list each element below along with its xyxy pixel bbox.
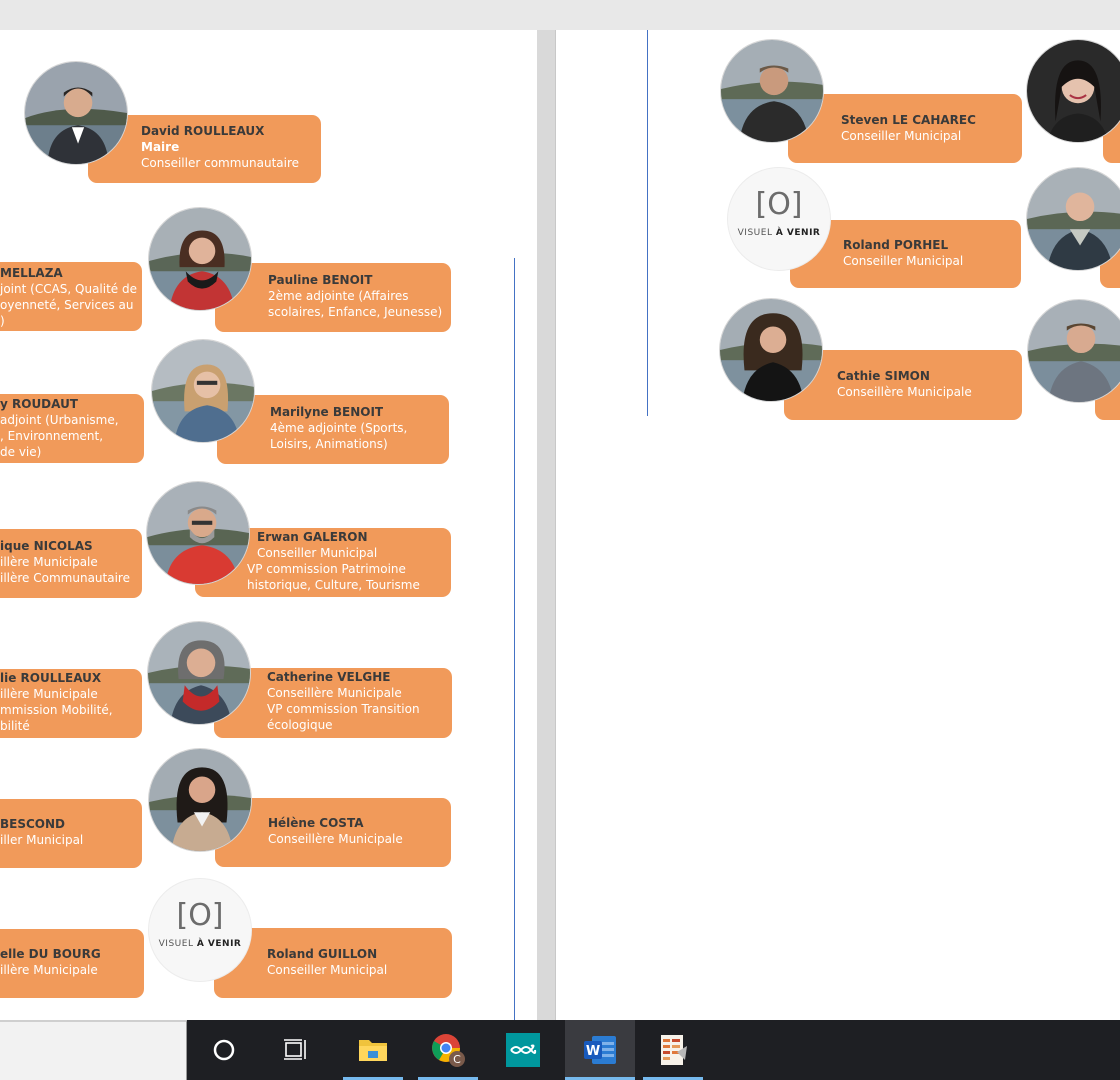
photo-placeholder: [O] VISUEL À VENIR xyxy=(148,878,252,982)
member-photo xyxy=(1026,39,1120,143)
member-role: 2ème adjointe (Affaires xyxy=(268,289,409,303)
member-role: Conseiller Municipal xyxy=(267,963,388,977)
member-photo xyxy=(151,339,255,443)
document-app-icon[interactable] xyxy=(643,1020,703,1080)
member-name: elle DU BOURG xyxy=(0,947,101,961)
member-role: scolaires, Enfance, Jeunesse) xyxy=(268,305,443,319)
member-card: BESCOND iller Municipal xyxy=(0,799,142,868)
photo-placeholder: [O] VISUEL À VENIR xyxy=(727,167,831,271)
member-card: Steven LE CAHAREC Conseiller Municipal xyxy=(788,94,1022,163)
member-role: bilité xyxy=(0,719,30,733)
member-role: , Environnement, xyxy=(0,429,104,443)
member-photo xyxy=(148,207,252,311)
member-card: elle DU BOURG illère Municipale xyxy=(0,929,144,998)
chrome-profile-badge: C xyxy=(453,1053,461,1066)
member-role: Conseillère Municipale xyxy=(837,385,972,399)
member-name: BESCOND xyxy=(0,817,65,831)
member-photo xyxy=(1027,299,1120,403)
member-card: MELLAZA joint (CCAS, Qualité de oyenneté… xyxy=(0,262,142,331)
page-gap xyxy=(537,30,556,1020)
taskbar-search-box[interactable] xyxy=(0,1020,187,1080)
member-photo xyxy=(719,298,823,402)
member-name: y ROUDAUT xyxy=(0,397,78,411)
member-role: illère Communautaire xyxy=(0,571,130,585)
member-name: Pauline BENOIT xyxy=(268,273,373,287)
member-role: mmission Mobilité, xyxy=(0,703,113,717)
member-role: illère Municipale xyxy=(0,687,98,701)
member-role: Conseiller Municipal xyxy=(843,254,964,268)
member-role: Conseillère Municipale xyxy=(267,686,402,700)
document-page-1: David ROULLEAUX Maire Conseiller communa… xyxy=(0,30,537,1020)
member-name: Cathie SIMON xyxy=(837,369,930,383)
member-role: oyenneté, Services au xyxy=(0,298,134,312)
placeholder-text: VISUEL À VENIR xyxy=(158,939,242,949)
cortana-icon[interactable] xyxy=(194,1020,254,1080)
member-role: historique, Culture, Tourisme xyxy=(247,578,420,592)
window-top-bar xyxy=(0,0,1120,30)
member-name: Roland PORHEL xyxy=(843,238,949,252)
member-role: Conseiller communautaire xyxy=(141,156,300,170)
member-role: adjoint (Urbanisme, xyxy=(0,413,119,427)
member-role: 4ème adjointe (Sports, xyxy=(270,421,408,435)
member-name: Erwan GALERON xyxy=(257,530,368,544)
member-photo xyxy=(147,621,251,725)
member-role: Conseillère Municipale xyxy=(268,832,403,846)
member-name: Catherine VELGHE xyxy=(267,670,391,684)
member-role: VP commission Transition xyxy=(267,702,420,716)
member-name: Marilyne BENOIT xyxy=(270,405,384,419)
connector-line xyxy=(647,30,648,416)
member-role: Loisirs, Animations) xyxy=(270,437,388,451)
member-role: de vie) xyxy=(0,445,42,459)
member-role: iller Municipal xyxy=(0,833,84,847)
member-role-title: Maire xyxy=(141,140,180,154)
member-name: ique NICOLAS xyxy=(0,539,93,553)
task-view-icon[interactable] xyxy=(266,1020,326,1080)
placeholder-text: VISUEL À VENIR xyxy=(737,228,821,238)
connector-line xyxy=(514,258,515,1020)
member-role: Conseiller Municipal xyxy=(257,546,378,560)
camera-icon: [O] xyxy=(755,187,803,222)
member-name: lie ROULLEAUX xyxy=(0,671,102,685)
member-role: ) xyxy=(0,314,5,328)
member-card: y ROUDAUT adjoint (Urbanisme, , Environn… xyxy=(0,394,144,463)
member-name: Hélène COSTA xyxy=(268,816,364,830)
member-card: lie ROULLEAUX illère Municipale mmission… xyxy=(0,669,142,738)
member-role: Conseiller Municipal xyxy=(841,129,962,143)
member-photo xyxy=(1026,167,1120,271)
member-card: ique NICOLAS illère Municipale illère Co… xyxy=(0,529,142,598)
member-name: Steven LE CAHAREC xyxy=(841,113,976,127)
word-letter: W xyxy=(586,1044,600,1059)
member-role: illère Municipale xyxy=(0,555,98,569)
member-role: écologique xyxy=(267,718,333,732)
member-role: illère Municipale xyxy=(0,963,98,977)
member-photo-mayor xyxy=(24,61,128,165)
member-name: MELLAZA xyxy=(0,266,63,280)
arduino-icon[interactable] xyxy=(493,1020,553,1080)
member-name: Roland GUILLON xyxy=(267,947,378,961)
chrome-icon[interactable]: C xyxy=(418,1020,478,1080)
member-role: VP commission Patrimoine xyxy=(247,562,406,576)
camera-icon: [O] xyxy=(176,898,224,933)
member-photo xyxy=(720,39,824,143)
member-role: joint (CCAS, Qualité de xyxy=(0,282,138,296)
file-explorer-icon[interactable] xyxy=(343,1020,403,1080)
document-page-2: Steven LE CAHAREC Conseiller Municipal R… xyxy=(556,30,1120,1020)
word-icon[interactable]: W xyxy=(565,1020,635,1080)
member-name: David ROULLEAUX xyxy=(141,124,265,138)
member-photo xyxy=(148,748,252,852)
member-photo xyxy=(146,481,250,585)
member-card: Pauline BENOIT 2ème adjointe (Affaires s… xyxy=(215,263,451,332)
